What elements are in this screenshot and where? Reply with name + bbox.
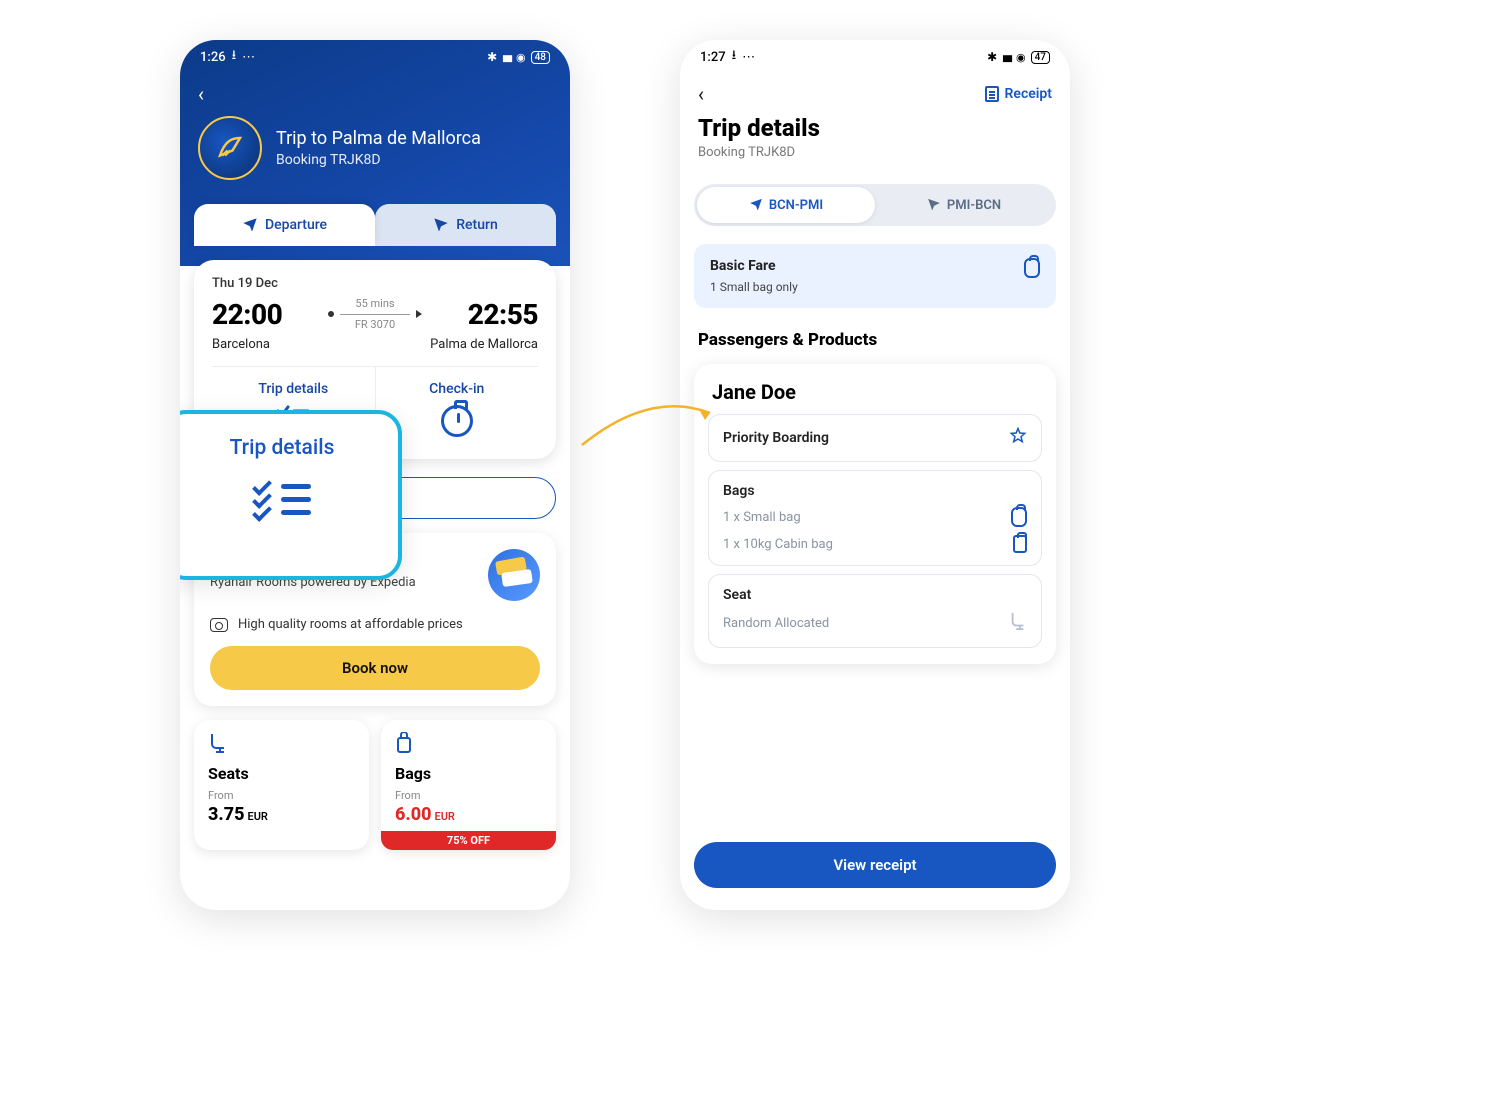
more-icon bbox=[242, 50, 255, 65]
star-icon bbox=[1009, 427, 1027, 449]
booking-ref: Booking TRJK8D bbox=[276, 152, 481, 168]
bag-icon bbox=[395, 732, 542, 758]
status-bar: 1:26 ⭳ 48 bbox=[180, 40, 570, 74]
fare-sub: 1 Small bag only bbox=[710, 280, 798, 294]
bags-discount-badge: 75% OFF bbox=[381, 831, 556, 850]
from-city: Barcelona bbox=[212, 337, 270, 352]
arrival-time: 22:55 bbox=[468, 298, 538, 331]
bag-line-2: 1 x 10kg Cabin bag bbox=[723, 537, 833, 552]
flight-date: Thu 19 Dec bbox=[212, 276, 538, 291]
bags-label: Bags bbox=[723, 483, 755, 499]
trip-title: Trip to Palma de Mallorca bbox=[276, 128, 481, 149]
seat-label: Seat bbox=[723, 587, 751, 603]
seats-price: 3.75EUR bbox=[208, 804, 355, 825]
trip-details-callout: Trip details bbox=[180, 410, 402, 580]
status-bar: 1:27 ⭳ 47 bbox=[680, 40, 1070, 74]
tab-departure-label: Departure bbox=[265, 217, 327, 233]
page-title: Trip details bbox=[698, 114, 1052, 142]
segment-return-label: PMI-BCN bbox=[947, 198, 1001, 213]
seat-icon bbox=[1009, 611, 1027, 635]
departure-time: 22:00 bbox=[212, 298, 282, 331]
plane-icon bbox=[927, 196, 941, 214]
passenger-name: Jane Doe bbox=[708, 380, 1042, 404]
view-receipt-label: View receipt bbox=[833, 856, 916, 874]
trip-details-label: Trip details bbox=[212, 381, 375, 397]
flight-duration: 55 mins bbox=[282, 297, 468, 310]
rooms-image bbox=[488, 549, 540, 601]
tab-return-label: Return bbox=[456, 217, 498, 233]
fare-title: Basic Fare bbox=[710, 258, 798, 274]
passenger-card: Jane Doe Priority Boarding Bags 1 x Smal… bbox=[694, 364, 1056, 664]
seat-item[interactable]: Seat Random Allocated bbox=[708, 574, 1042, 648]
check-in-label: Check-in bbox=[376, 381, 539, 397]
bluetooth-icon bbox=[987, 50, 997, 65]
phone-trip-overview: 1:26 ⭳ 48 ‹ Trip to Palma de Mallorca bbox=[180, 40, 570, 910]
signal-icon bbox=[502, 50, 511, 65]
bags-title: Bags bbox=[395, 764, 542, 783]
phone-trip-details: 1:27 ⭳ 47 ‹ Receipt Trip details Booking… bbox=[680, 40, 1070, 910]
bags-price: 6.00EUR bbox=[395, 804, 542, 825]
view-receipt-button[interactable]: View receipt bbox=[694, 842, 1056, 888]
seat-sub: Random Allocated bbox=[723, 616, 829, 631]
bag-icon bbox=[1024, 258, 1040, 278]
seats-from: From bbox=[208, 789, 355, 802]
tab-return[interactable]: Return bbox=[375, 204, 556, 246]
bags-from: From bbox=[395, 789, 542, 802]
download-icon: ⭳ bbox=[232, 46, 237, 68]
signal-icon bbox=[1002, 50, 1011, 65]
back-button[interactable]: ‹ bbox=[698, 82, 704, 106]
booking-ref: Booking TRJK8D bbox=[698, 145, 1052, 160]
seats-title: Seats bbox=[208, 764, 355, 783]
plane-icon bbox=[749, 196, 763, 214]
status-time: 1:27 bbox=[700, 50, 726, 65]
to-city: Palma de Mallorca bbox=[430, 337, 538, 352]
bags-item[interactable]: Bags 1 x Small bag 1 x 10kg Cabin bag bbox=[708, 470, 1042, 566]
receipt-label: Receipt bbox=[1005, 86, 1052, 102]
status-time: 1:26 bbox=[200, 50, 226, 65]
callout-title: Trip details bbox=[230, 436, 335, 460]
plane-icon bbox=[242, 215, 258, 235]
seat-icon bbox=[208, 732, 355, 758]
segment-outbound-label: BCN-PMI bbox=[769, 198, 823, 213]
route-line-icon bbox=[282, 310, 468, 318]
connector-arrow-icon bbox=[580, 395, 720, 455]
receipt-link[interactable]: Receipt bbox=[985, 86, 1052, 102]
bluetooth-icon bbox=[487, 50, 497, 65]
download-icon: ⭳ bbox=[732, 46, 737, 68]
bag-line-1: 1 x Small bag bbox=[723, 510, 801, 525]
route-segmented: BCN-PMI PMI-BCN bbox=[694, 184, 1056, 226]
fare-box: Basic Fare 1 Small bag only bbox=[694, 244, 1056, 308]
flight-number: FR 3070 bbox=[282, 318, 468, 331]
wifi-icon bbox=[516, 50, 526, 65]
segment-outbound[interactable]: BCN-PMI bbox=[697, 187, 875, 223]
wifi-icon bbox=[1016, 50, 1026, 65]
cabin-bag-icon bbox=[1013, 535, 1027, 553]
price-tag-icon bbox=[210, 618, 228, 632]
priority-label: Priority Boarding bbox=[723, 430, 829, 446]
segment-return[interactable]: PMI-BCN bbox=[875, 187, 1053, 223]
small-bag-icon bbox=[1011, 507, 1027, 527]
battery-icon: 47 bbox=[1031, 51, 1050, 64]
battery-icon: 48 bbox=[531, 51, 550, 64]
book-now-label: Book now bbox=[342, 659, 408, 677]
passengers-section-title: Passengers & Products bbox=[698, 330, 1052, 350]
receipt-icon bbox=[985, 86, 999, 102]
seats-tile[interactable]: Seats From 3.75EUR bbox=[194, 720, 369, 850]
rooms-feature: High quality rooms at affordable prices bbox=[238, 617, 463, 632]
priority-boarding-item[interactable]: Priority Boarding bbox=[708, 414, 1042, 462]
book-now-button[interactable]: Book now bbox=[210, 646, 540, 690]
tab-departure[interactable]: Departure bbox=[194, 204, 375, 246]
ryanair-logo-icon bbox=[198, 116, 262, 180]
back-button[interactable]: ‹ bbox=[180, 74, 570, 106]
bags-tile[interactable]: Bags From 6.00EUR 75% OFF bbox=[381, 720, 556, 850]
more-icon bbox=[742, 50, 755, 65]
checklist-icon bbox=[253, 478, 311, 520]
plane-icon bbox=[433, 215, 449, 235]
